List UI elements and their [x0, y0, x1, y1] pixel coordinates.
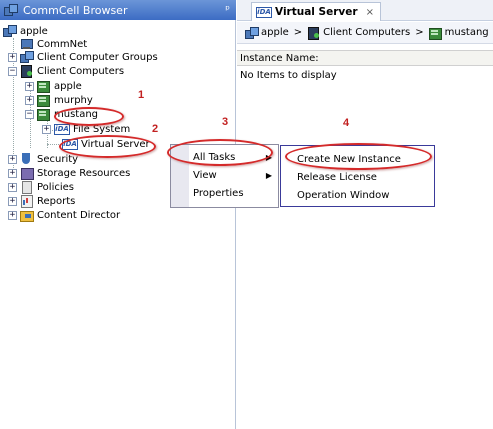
column-header-instance-name[interactable]: Instance Name:	[237, 50, 493, 66]
step-number-1: 1	[138, 89, 145, 101]
breadcrumb-item[interactable]: apple	[261, 27, 289, 38]
tree-item-label: murphy	[54, 94, 93, 106]
shield-icon	[20, 153, 33, 165]
menu-item-label: Properties	[193, 187, 244, 199]
menu-item-label: View	[193, 169, 217, 181]
pin-icon[interactable]: ᵖ	[225, 3, 230, 16]
menu-item-label: Release License	[297, 171, 377, 183]
report-icon	[20, 195, 33, 208]
tree-item-commnet[interactable]: CommNet	[20, 37, 87, 51]
tree-item-policies[interactable]: + Policies	[8, 180, 74, 194]
client-computers-icon	[307, 26, 320, 40]
empty-list-message: No Items to display	[240, 70, 337, 81]
tree-item-client-computers[interactable]: − Client Computers	[8, 64, 124, 78]
menu-item-view[interactable]: View ▶	[171, 166, 278, 184]
step-number-4: 4	[343, 117, 350, 129]
tree-item-label: apple	[54, 80, 82, 92]
tree-item-label: Reports	[37, 195, 76, 207]
commcell-icon	[245, 26, 259, 39]
client-icon	[37, 108, 50, 121]
expand-icon[interactable]: +	[8, 196, 17, 206]
menu-item-release-license[interactable]: Release License	[281, 168, 434, 186]
breadcrumb-item[interactable]: mustang	[445, 27, 489, 38]
tab-bar: iDA Virtual Server ×	[237, 0, 493, 21]
expand-icon[interactable]: +	[8, 210, 17, 220]
tree-item-client-computer-groups[interactable]: + Client Computer Groups	[8, 50, 158, 64]
tree-item-security[interactable]: + Security	[8, 152, 78, 166]
content-director-icon	[20, 209, 34, 222]
breadcrumb-separator: >	[415, 27, 424, 38]
highlight-oval-mustang	[54, 107, 124, 126]
tree-item-storage-resources[interactable]: + Storage Resources	[8, 166, 130, 180]
arrow-right-icon: ▶	[265, 170, 272, 180]
menu-item-properties[interactable]: Properties	[171, 184, 278, 202]
policy-icon	[20, 181, 33, 194]
breadcrumb-item[interactable]: Client Computers	[323, 27, 410, 38]
collapse-icon[interactable]: −	[25, 109, 34, 119]
tree-item-label: Policies	[37, 181, 74, 193]
breadcrumb-separator: >	[293, 27, 303, 38]
commcell-browser-pane: CommCell Browser ᵖ apple CommNet + Clien…	[0, 0, 236, 429]
tree-item-reports[interactable]: + Reports	[8, 194, 75, 208]
highlight-oval-virtual-server	[59, 135, 156, 158]
expand-icon[interactable]: +	[8, 154, 17, 164]
group-icon	[20, 51, 34, 63]
tree-item-label: Content Director	[37, 209, 121, 221]
menu-item-operation-window[interactable]: Operation Window	[281, 186, 434, 204]
tree-item-label: CommNet	[37, 38, 88, 50]
storage-icon	[20, 167, 34, 180]
ida-icon: iDA	[256, 6, 272, 18]
expand-icon[interactable]: +	[8, 52, 17, 62]
step-number-2: 2	[152, 123, 159, 135]
client-icon	[428, 27, 442, 40]
commcell-browser-titlebar: CommCell Browser ᵖ	[0, 0, 236, 20]
expand-icon[interactable]: +	[25, 95, 34, 105]
ida-icon: iDA	[54, 123, 70, 135]
expand-icon[interactable]: +	[25, 81, 34, 91]
tree-item-root[interactable]: apple	[3, 24, 48, 38]
tab-label: Virtual Server	[275, 6, 358, 18]
commcell-icon	[4, 4, 18, 16]
tree-item-label: apple	[20, 25, 48, 37]
expand-icon[interactable]: +	[8, 168, 17, 178]
tree-item-label: Client Computer Groups	[37, 51, 158, 63]
content-pane: iDA Virtual Server × apple > Client Comp…	[237, 0, 493, 429]
client-icon	[37, 94, 50, 107]
tab-virtual-server[interactable]: iDA Virtual Server ×	[251, 2, 381, 21]
breadcrumb: apple > Client Computers > mustang >	[237, 22, 493, 44]
commcell-icon	[3, 25, 17, 37]
commcell-browser-title: CommCell Browser	[23, 3, 128, 17]
tree-item-label: Storage Resources	[37, 167, 131, 179]
highlight-oval-create-new-instance	[285, 143, 432, 170]
client-computers-icon	[20, 65, 33, 78]
expand-icon[interactable]: +	[42, 124, 51, 134]
collapse-icon[interactable]: −	[8, 66, 17, 76]
expand-icon[interactable]: +	[8, 182, 17, 192]
highlight-oval-all-tasks	[167, 139, 273, 166]
menu-item-label: Operation Window	[297, 189, 390, 201]
tree-item-murphy[interactable]: + murphy	[25, 93, 93, 107]
tree-item-apple[interactable]: + apple	[25, 79, 82, 93]
tree-item-label: Client Computers	[37, 65, 125, 77]
tree-item-content-director[interactable]: + Content Director	[8, 208, 120, 222]
client-icon	[37, 80, 50, 93]
step-number-3: 3	[222, 116, 229, 128]
network-icon	[20, 38, 33, 50]
tree-item-label: Security	[37, 153, 79, 165]
close-icon[interactable]: ×	[366, 7, 374, 18]
